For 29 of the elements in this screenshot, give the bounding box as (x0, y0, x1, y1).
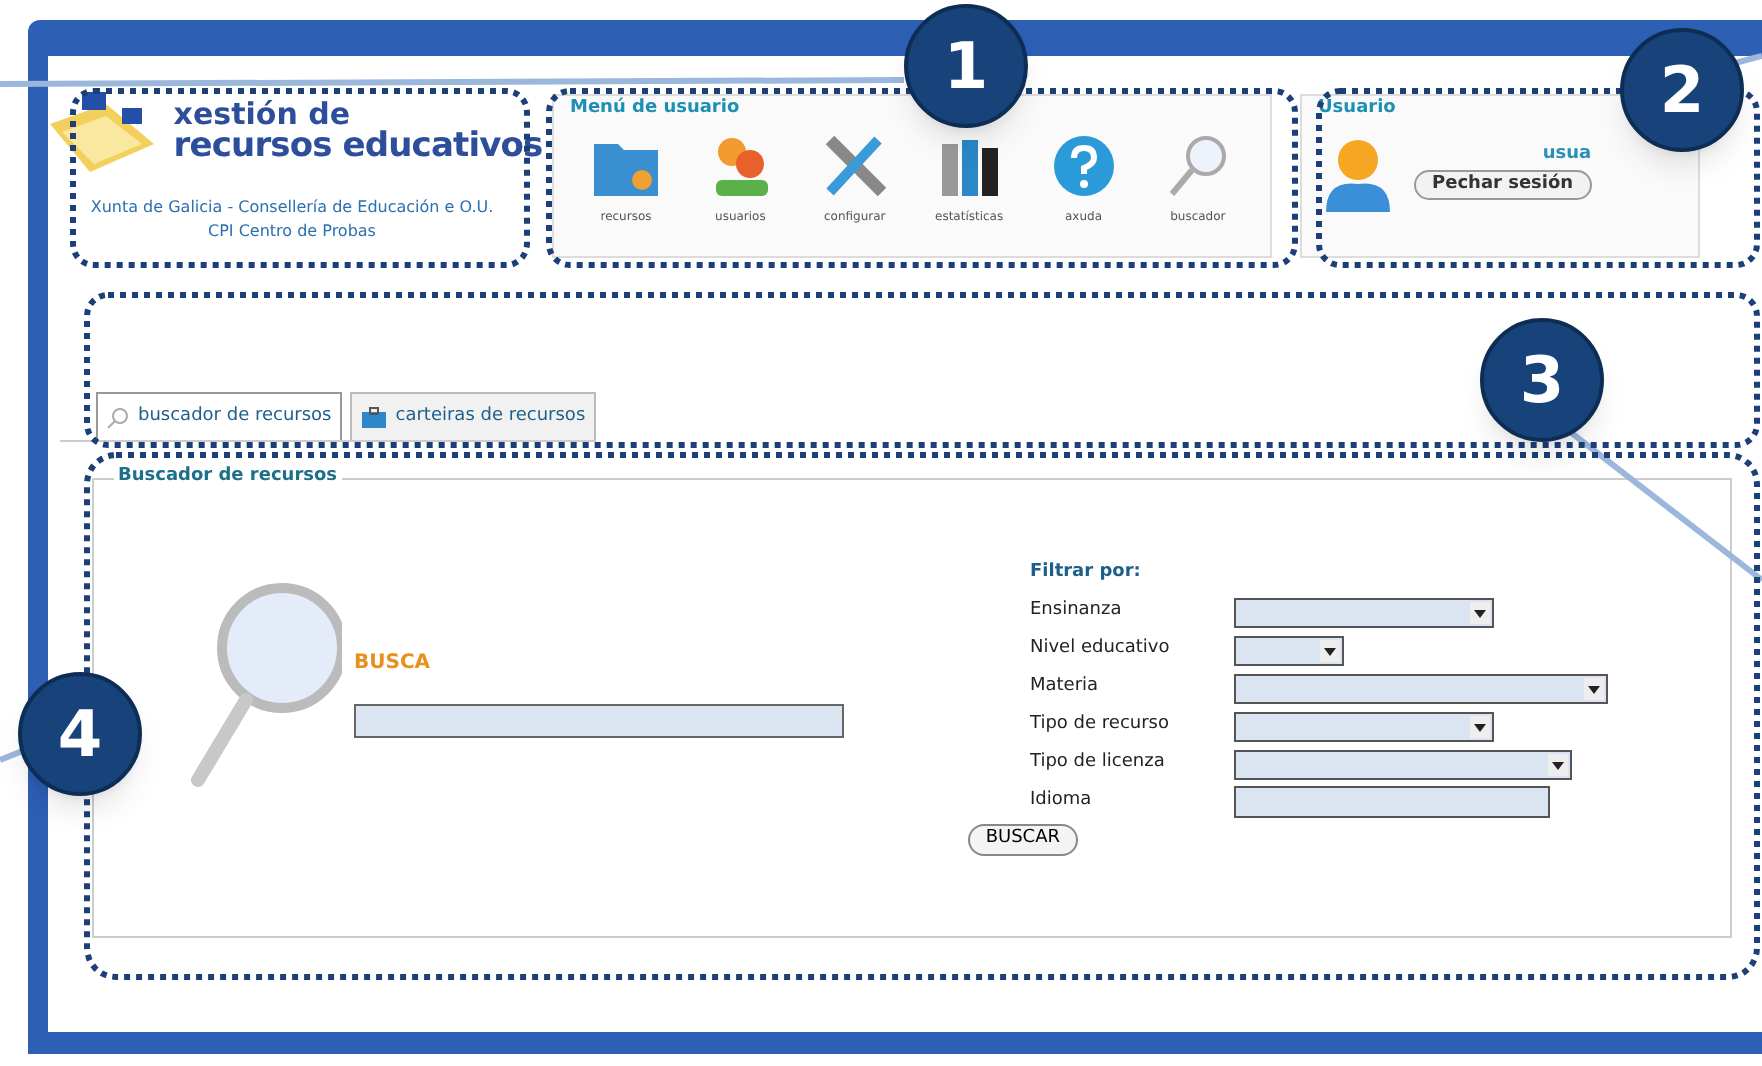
panel-legend: Buscador de recursos (114, 468, 342, 486)
briefcase-icon (359, 405, 388, 429)
dropdown[interactable] (1234, 673, 1608, 703)
filter-label: Idioma (1030, 788, 1094, 815)
panel-title: Menú de usuario (570, 96, 742, 122)
filter-label: Tipo de recurso (1030, 712, 1171, 739)
filter-label: Ensinanza (1030, 598, 1124, 625)
center-text: CPI Centro de Probas (208, 220, 376, 244)
filter-title: Filtrar por: (1030, 560, 1143, 586)
filter-label: Materia (1030, 674, 1101, 701)
search-label: BUSCA (354, 650, 433, 678)
logout-button[interactable]: Pechar sesión (1414, 169, 1592, 200)
tab[interactable]: carteiras de recursos (349, 392, 596, 440)
search-icon (106, 405, 130, 429)
dropdown[interactable] (1234, 749, 1572, 779)
filter-label: Tipo de licenza (1030, 750, 1167, 777)
search-field[interactable] (354, 704, 844, 738)
tab[interactable]: buscador de recursos (96, 392, 342, 440)
search-button[interactable]: BUSCAR (967, 824, 1078, 855)
username-text: usua (1542, 142, 1592, 168)
organization-text: Xunta de Galicia - Consellería de Educación e O.U. (90, 196, 494, 220)
dropdown[interactable] (1234, 635, 1344, 665)
dropdown[interactable] (1234, 597, 1494, 627)
filter-label: Nivel educativo (1030, 636, 1172, 663)
logo-text: xestión de (173, 100, 351, 130)
input-field[interactable] (1234, 786, 1550, 818)
panel-title: Usuario (1318, 96, 1396, 122)
logo-text: recursos educativos (173, 130, 543, 164)
dropdown[interactable] (1234, 711, 1494, 741)
